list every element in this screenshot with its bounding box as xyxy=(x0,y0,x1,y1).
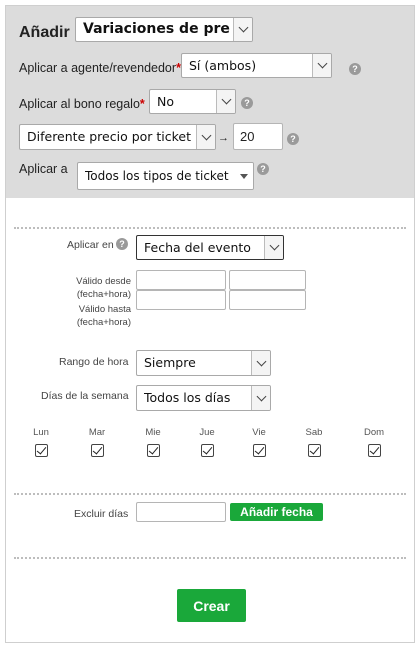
add-label: Añadir xyxy=(19,24,70,41)
divider xyxy=(14,493,406,495)
apply-gift-select[interactable]: No xyxy=(149,89,236,114)
price-amount-input[interactable]: 20 xyxy=(233,123,283,150)
day-checkbox-mon[interactable] xyxy=(35,444,48,457)
apply-agent-label: Aplicar a agente/revendedor* xyxy=(19,61,181,75)
weekdays-select[interactable]: Todos los días xyxy=(136,385,271,411)
apply-gift-label: Aplicar al bono regalo* xyxy=(19,97,145,111)
arrow-right-icon: → xyxy=(218,132,229,144)
day-label-sat: Sab xyxy=(305,427,323,438)
day-checkbox-wed[interactable] xyxy=(147,444,160,457)
top-settings: Añadir Variaciones de precio Aplicar a a… xyxy=(6,6,414,198)
apply-agent-select[interactable]: Sí (ambos) xyxy=(181,53,332,78)
price-mode-select[interactable]: Diferente precio por ticket (E xyxy=(19,124,216,150)
day-label-tue: Mar xyxy=(88,427,106,438)
day-label-mon: Lun xyxy=(33,427,49,438)
add-date-button[interactable]: Añadir fecha xyxy=(230,503,323,521)
chevron-down-icon xyxy=(201,130,211,140)
apply-on-label: Aplicar en xyxy=(67,239,114,251)
day-checkbox-thu[interactable] xyxy=(201,444,214,457)
chevron-down-icon xyxy=(256,356,266,366)
help-icon[interactable]: ? xyxy=(349,63,361,75)
divider xyxy=(14,227,406,229)
day-checkbox-sat[interactable] xyxy=(308,444,321,457)
weekdays-label: Días de la semana xyxy=(41,390,129,402)
help-icon[interactable]: ? xyxy=(287,133,299,145)
divider xyxy=(14,557,406,559)
valid-from-date-input[interactable] xyxy=(136,270,226,290)
hour-range-select[interactable]: Siempre xyxy=(136,350,271,376)
chevron-down-icon xyxy=(269,240,279,251)
help-icon[interactable]: ? xyxy=(116,238,128,250)
apply-to-select[interactable]: Todos los tipos de ticket xyxy=(77,162,254,190)
day-checkbox-sun[interactable] xyxy=(368,444,381,457)
valid-to-time-input[interactable] xyxy=(229,290,306,310)
caret-down-icon xyxy=(239,173,248,179)
day-label-thu: Jue xyxy=(199,427,215,438)
variation-type-select[interactable]: Variaciones de precio xyxy=(75,17,253,42)
day-checkbox-fri[interactable] xyxy=(253,444,266,457)
valid-from-time-input[interactable] xyxy=(229,270,306,290)
day-label-sun: Dom xyxy=(363,427,385,438)
day-label-wed: Mie xyxy=(145,427,161,438)
chevron-down-icon xyxy=(238,22,248,33)
valid-to-date-input[interactable] xyxy=(136,290,226,310)
chevron-down-icon xyxy=(256,391,266,401)
exclude-days-input[interactable] xyxy=(136,502,226,522)
help-icon[interactable]: ? xyxy=(241,97,253,109)
hour-range-label: Rango de hora xyxy=(59,356,129,368)
day-label-fri: Vie xyxy=(252,427,266,438)
valid-to-label: Válido hasta (fecha+hora) xyxy=(76,304,131,328)
create-button[interactable]: Crear xyxy=(177,589,246,622)
chevron-down-icon xyxy=(317,58,327,69)
apply-to-label: Aplicar a xyxy=(19,162,68,176)
chevron-down-icon xyxy=(221,94,231,105)
help-icon[interactable]: ? xyxy=(257,163,269,175)
exclude-days-label: Excluir días xyxy=(74,508,129,520)
apply-on-select[interactable]: Fecha del evento xyxy=(136,235,284,260)
form-panel: Añadir Variaciones de precio Aplicar a a… xyxy=(5,5,415,643)
day-checkbox-tue[interactable] xyxy=(91,444,104,457)
valid-from-label: Válido desde (fecha+hora) xyxy=(76,276,131,300)
